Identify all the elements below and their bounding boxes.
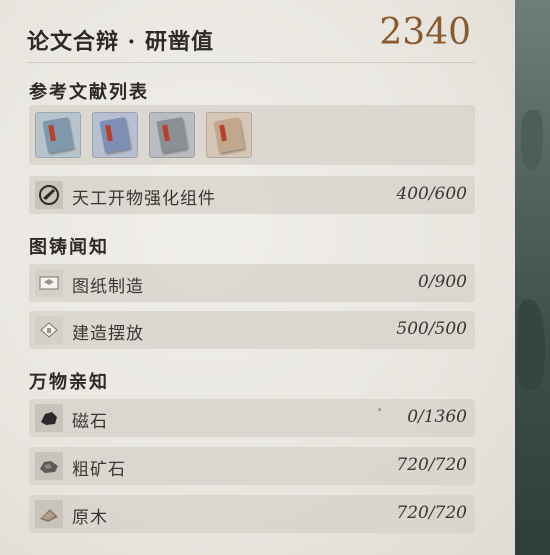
- row-progress: 0/900: [418, 272, 467, 292]
- reference-book[interactable]: [92, 112, 138, 158]
- row-label: 天工开物强化组件: [72, 189, 216, 209]
- row-label: 原木: [72, 508, 108, 528]
- row-progress: 400/600: [396, 184, 467, 204]
- book-icon: [42, 116, 74, 154]
- research-panel: 论文合辩 · 研凿值 2340 参考文献列表 天工开物强化组件 400/600 …: [0, 0, 515, 555]
- section-title-blueprints: 图铸闻知: [29, 237, 109, 258]
- row-progress: 0/1360: [407, 407, 467, 427]
- rock-decoration: [521, 110, 543, 170]
- research-score: 2340: [379, 12, 471, 53]
- title-divider: [27, 62, 475, 63]
- panel-title: 论文合辩 · 研凿值: [27, 29, 214, 55]
- section-title-materials: 万物亲知: [29, 372, 109, 393]
- row-label: 图纸制造: [72, 277, 144, 297]
- row-label: 粗矿石: [72, 460, 126, 480]
- row-progress: 720/720: [396, 503, 467, 523]
- scroll-icon: [35, 181, 63, 209]
- row-label: 建造摆放: [72, 324, 144, 344]
- row-progress: 720/720: [396, 455, 467, 475]
- progress-row-enhance[interactable]: 天工开物强化组件 400/600: [29, 176, 475, 214]
- progress-row-build[interactable]: 建造摆放 500/500: [29, 311, 475, 349]
- progress-row-craft[interactable]: 图纸制造 0/900: [29, 264, 475, 302]
- book-icon: [213, 116, 245, 154]
- row-label: 磁石: [72, 412, 108, 432]
- log-icon: [35, 500, 63, 528]
- background-scenery: [515, 0, 550, 555]
- progress-row-ore[interactable]: 粗矿石 720/720: [29, 447, 475, 485]
- reference-book[interactable]: [206, 112, 252, 158]
- progress-row-magnetite[interactable]: 磁石 0/1360: [29, 399, 475, 437]
- book-icon: [156, 116, 188, 154]
- progress-row-wood[interactable]: 原木 720/720: [29, 495, 475, 533]
- ore-icon: [35, 452, 63, 480]
- reference-book[interactable]: [149, 112, 195, 158]
- magnetite-icon: [35, 404, 63, 432]
- blueprint-icon: [35, 269, 63, 297]
- rock-decoration: [517, 300, 545, 390]
- building-icon: [35, 316, 63, 344]
- reference-book-list: [29, 105, 475, 165]
- book-icon: [99, 116, 131, 154]
- paper-speck: [378, 408, 381, 411]
- section-title-references: 参考文献列表: [29, 82, 149, 103]
- row-progress: 500/500: [396, 319, 467, 339]
- reference-book[interactable]: [35, 112, 81, 158]
